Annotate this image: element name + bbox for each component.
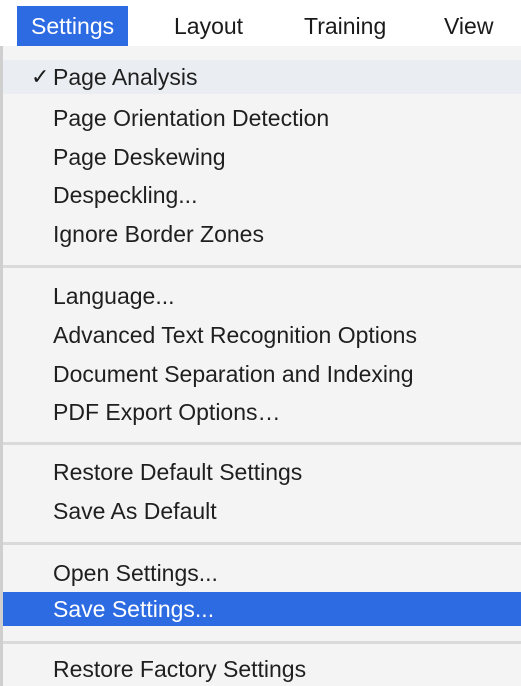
menu-layout[interactable]: Layout [160, 6, 257, 46]
menu-item-page-analysis[interactable]: ✓ Page Analysis [3, 60, 521, 94]
menu-separator [3, 641, 521, 644]
menu-item-label: Document Separation and Indexing [53, 361, 414, 387]
menu-item-document-separation-indexing[interactable]: Document Separation and Indexing [3, 357, 521, 391]
menu-item-language[interactable]: Language... [3, 279, 521, 313]
menu-item-page-deskewing[interactable]: Page Deskewing [3, 140, 521, 174]
menu-item-label: Ignore Border Zones [53, 221, 264, 247]
menu-training[interactable]: Training [290, 6, 400, 46]
menu-item-advanced-text-recognition-options[interactable]: Advanced Text Recognition Options [3, 318, 521, 352]
menu-item-label: Restore Factory Settings [53, 656, 307, 682]
menu-item-label: Restore Default Settings [53, 459, 303, 485]
menu-item-label: Despeckling... [53, 182, 198, 208]
menu-item-open-settings[interactable]: Open Settings... [3, 556, 521, 590]
menu-item-despeckling[interactable]: Despeckling... [3, 178, 521, 212]
menu-bar: Settings Layout Training View [0, 0, 521, 48]
menu-item-label: Page Analysis [53, 64, 198, 90]
menu-item-label: Open Settings... [53, 560, 218, 586]
settings-dropdown-menu: ✓ Page Analysis Page Orientation Detecti… [0, 46, 521, 686]
menu-item-label: Page Deskewing [53, 144, 226, 170]
menu-view[interactable]: View [430, 6, 507, 46]
menu-separator [3, 542, 521, 545]
menu-item-restore-default-settings[interactable]: Restore Default Settings [3, 455, 521, 489]
menu-item-label: Advanced Text Recognition Options [53, 322, 417, 348]
menu-item-page-orientation-detection[interactable]: Page Orientation Detection [3, 101, 521, 135]
menu-item-ignore-border-zones[interactable]: Ignore Border Zones [3, 217, 521, 251]
menu-item-label: Page Orientation Detection [53, 105, 330, 131]
menu-item-restore-factory-settings[interactable]: Restore Factory Settings [3, 652, 521, 686]
menu-item-save-as-default[interactable]: Save As Default [3, 494, 521, 528]
menu-item-pdf-export-options[interactable]: PDF Export Options… [3, 395, 521, 429]
menu-item-save-settings[interactable]: Save Settings... [3, 592, 521, 626]
menu-item-label: Save As Default [53, 498, 217, 524]
menu-separator [3, 265, 521, 268]
menu-separator [3, 442, 521, 445]
menu-item-label: PDF Export Options… [53, 399, 281, 425]
menu-item-label: Save Settings... [53, 596, 215, 622]
menu-item-label: Language... [53, 283, 175, 309]
menu-settings[interactable]: Settings [17, 6, 129, 46]
checkmark-icon: ✓ [31, 64, 50, 89]
